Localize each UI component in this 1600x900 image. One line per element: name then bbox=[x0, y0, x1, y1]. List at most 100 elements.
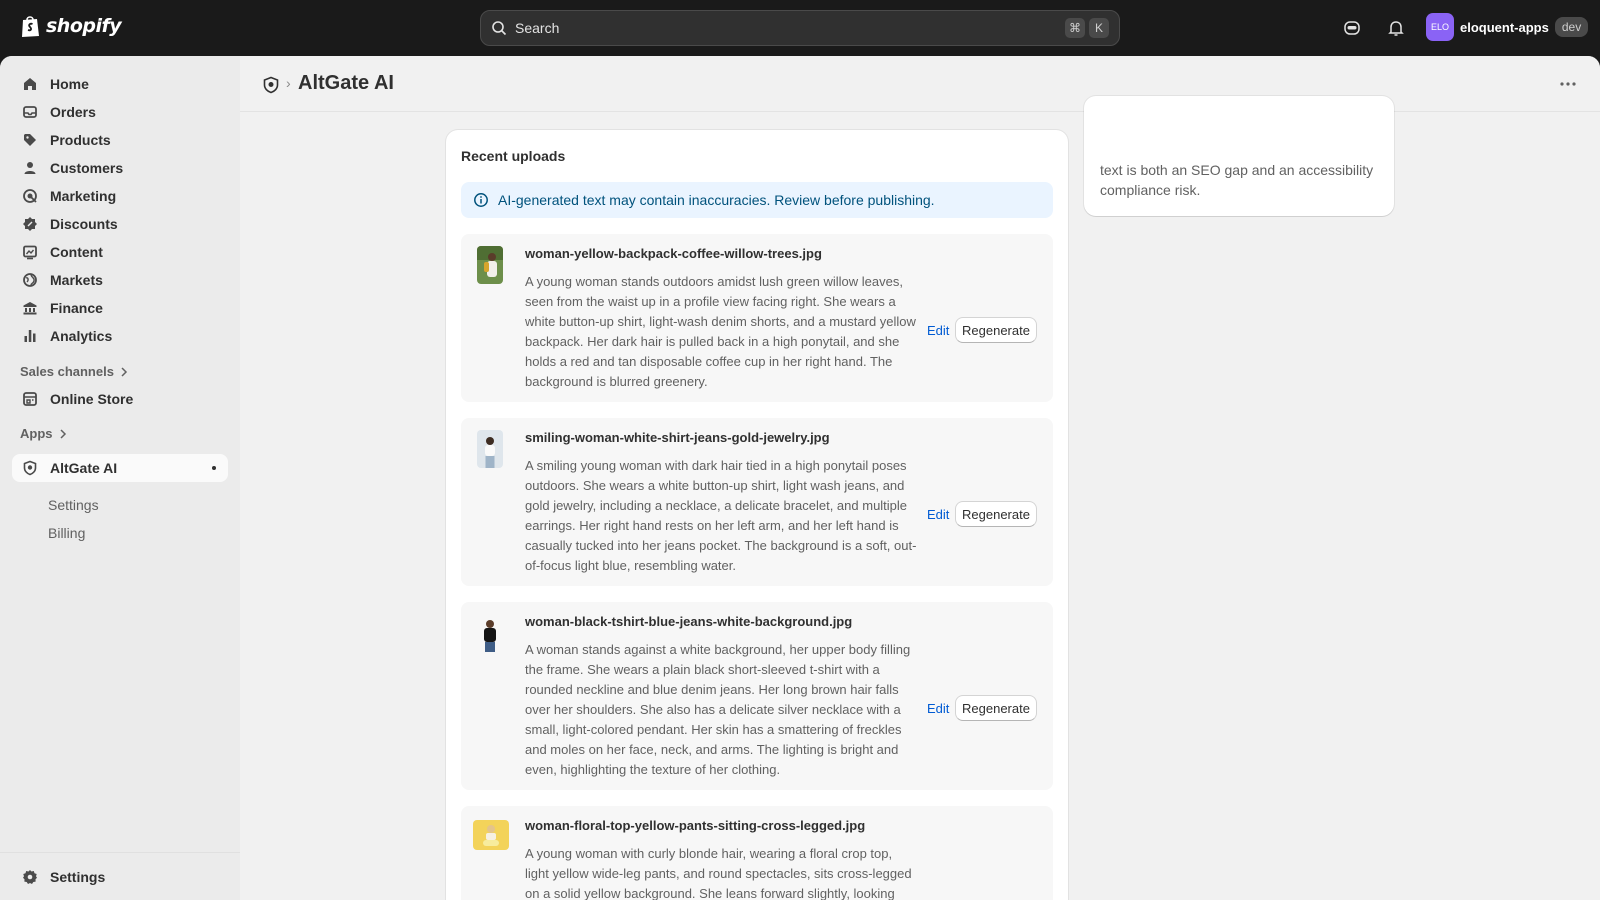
store-name: eloquent-apps bbox=[1460, 19, 1549, 35]
top-bar: shopify ⌘ K ELO eloquent-apps dev bbox=[0, 0, 1600, 56]
store-menu-button[interactable]: ELO eloquent-apps dev bbox=[1426, 13, 1589, 41]
sidebar-item-orders[interactable]: Orders bbox=[12, 98, 228, 126]
shortcut-key-k: K bbox=[1089, 18, 1109, 38]
sidebar-item-online-store[interactable]: Online Store bbox=[12, 385, 228, 413]
active-indicator-dot bbox=[212, 466, 216, 470]
sidebar-item-settings[interactable]: Settings bbox=[12, 863, 228, 891]
image-thumbnail[interactable] bbox=[477, 430, 503, 468]
store-avatar: ELO bbox=[1426, 13, 1454, 41]
regenerate-button[interactable]: Regenerate bbox=[955, 695, 1037, 721]
file-name: woman-yellow-backpack-coffee-willow-tree… bbox=[525, 246, 822, 261]
sidebar-item-content[interactable]: Content bbox=[12, 238, 228, 266]
image-thumbnail[interactable] bbox=[477, 614, 503, 652]
thumbnail-photo-icon bbox=[473, 820, 509, 850]
shopify-bag-icon bbox=[22, 16, 39, 37]
list-item: woman-black-tshirt-blue-jeans-white-back… bbox=[461, 602, 1053, 790]
sidebar-item-altgate-ai[interactable]: AltGate AI bbox=[12, 454, 228, 482]
search-icon bbox=[492, 21, 507, 36]
sidebar-item-label: AltGate AI bbox=[50, 460, 118, 476]
search-bar[interactable]: ⌘ K bbox=[480, 10, 1120, 46]
sales-channels-section[interactable]: Sales channels bbox=[20, 364, 128, 379]
sidebar-item-label: Settings bbox=[50, 869, 106, 885]
sidebar-item-label: Orders bbox=[50, 104, 96, 120]
breadcrumb-separator-icon: › bbox=[286, 75, 291, 91]
sidebar-item-label: Home bbox=[50, 76, 89, 92]
alt-text-description: A young woman stands outdoors amidst lus… bbox=[525, 274, 916, 389]
info-card: text is both an SEO gap and an accessibi… bbox=[1084, 96, 1394, 216]
info-banner: AI-generated text may contain inaccuraci… bbox=[461, 182, 1053, 218]
thumbnail-photo-icon bbox=[477, 614, 503, 652]
sidebar-item-label: Content bbox=[50, 244, 103, 260]
chevron-right-icon bbox=[121, 366, 128, 377]
page-title: AltGate AI bbox=[298, 72, 394, 94]
more-actions-icon[interactable] bbox=[1558, 74, 1578, 94]
alt-text-description: A woman stands against a white backgroun… bbox=[525, 642, 911, 777]
sidebar-item-label: Online Store bbox=[50, 391, 134, 407]
sidebar-item-label: Marketing bbox=[50, 188, 117, 204]
dev-badge: dev bbox=[1554, 17, 1589, 37]
person-icon bbox=[24, 162, 36, 174]
file-name: woman-floral-top-yellow-pants-sitting-cr… bbox=[525, 818, 866, 833]
apps-section[interactable]: Apps bbox=[20, 426, 67, 441]
sidekick-icon[interactable] bbox=[1342, 18, 1362, 38]
info-icon bbox=[474, 193, 488, 207]
edit-link[interactable]: Edit bbox=[927, 701, 949, 716]
sidebar-item-home[interactable]: Home bbox=[12, 70, 228, 98]
home-icon bbox=[24, 78, 36, 90]
regenerate-button[interactable]: Regenerate bbox=[955, 317, 1037, 343]
sidebar-item-label: Markets bbox=[50, 272, 103, 288]
sidebar-item-finance[interactable]: Finance bbox=[12, 294, 228, 322]
info-card-text: text is both an SEO gap and an accessibi… bbox=[1100, 162, 1374, 198]
gear-icon bbox=[23, 870, 37, 884]
search-input[interactable] bbox=[515, 20, 1061, 36]
content-icon bbox=[23, 245, 37, 260]
bell-icon[interactable] bbox=[1386, 18, 1406, 38]
file-name: smiling-woman-white-shirt-jeans-gold-jew… bbox=[525, 430, 830, 445]
sidebar-subitem-settings[interactable]: Settings bbox=[48, 497, 99, 513]
chevron-right-icon bbox=[59, 428, 66, 439]
image-thumbnail[interactable] bbox=[473, 820, 509, 850]
shortcut-key-cmd: ⌘ bbox=[1065, 18, 1085, 38]
globe-icon bbox=[23, 273, 37, 287]
shield-icon[interactable] bbox=[262, 76, 280, 94]
sidebar-item-label: Customers bbox=[50, 160, 124, 176]
list-item: woman-yellow-backpack-coffee-willow-tree… bbox=[461, 234, 1053, 402]
apps-label: Apps bbox=[20, 426, 53, 441]
banner-text: AI-generated text may contain inaccuraci… bbox=[498, 192, 935, 208]
page-header: › AltGate AI bbox=[240, 56, 1600, 112]
sidebar-item-label: Products bbox=[50, 132, 111, 148]
discount-icon bbox=[23, 217, 37, 231]
sidebar-item-label: Analytics bbox=[50, 328, 113, 344]
alt-text-description: A young woman with curly blonde hair, we… bbox=[525, 846, 912, 900]
sidebar: Home Orders Products Customers Marketing… bbox=[0, 56, 240, 900]
sidebar-item-marketing[interactable]: Marketing bbox=[12, 182, 228, 210]
list-item: smiling-woman-white-shirt-jeans-gold-jew… bbox=[461, 418, 1053, 586]
edit-link[interactable]: Edit bbox=[927, 323, 949, 338]
thumbnail-photo-icon bbox=[477, 430, 503, 468]
list-item: woman-floral-top-yellow-pants-sitting-cr… bbox=[461, 806, 1053, 900]
recent-uploads-card: Recent uploads AI-generated text may con… bbox=[446, 130, 1068, 900]
sidebar-item-products[interactable]: Products bbox=[12, 126, 228, 154]
bank-icon bbox=[23, 302, 37, 315]
regenerate-button[interactable]: Regenerate bbox=[955, 501, 1037, 527]
sidebar-item-discounts[interactable]: Discounts bbox=[12, 210, 228, 238]
storefront-icon bbox=[23, 392, 37, 406]
sidebar-item-customers[interactable]: Customers bbox=[12, 154, 228, 182]
sidebar-item-markets[interactable]: Markets bbox=[12, 266, 228, 294]
chart-bar-icon bbox=[24, 330, 36, 342]
card-title: Recent uploads bbox=[461, 148, 566, 164]
thumbnail-photo-icon bbox=[477, 246, 503, 284]
orders-icon bbox=[23, 106, 37, 118]
brand-name: shopify bbox=[46, 15, 122, 37]
shopify-logo[interactable]: shopify bbox=[20, 14, 122, 38]
sidebar-footer: Settings bbox=[0, 852, 240, 900]
sales-channels-label: Sales channels bbox=[20, 364, 114, 379]
tag-icon bbox=[24, 134, 36, 146]
edit-link[interactable]: Edit bbox=[927, 507, 949, 522]
alt-text-description: A smiling young woman with dark hair tie… bbox=[525, 458, 917, 573]
file-name: woman-black-tshirt-blue-jeans-white-back… bbox=[525, 614, 853, 629]
shield-icon bbox=[23, 460, 37, 476]
sidebar-subitem-billing[interactable]: Billing bbox=[48, 525, 85, 541]
sidebar-item-analytics[interactable]: Analytics bbox=[12, 322, 228, 350]
image-thumbnail[interactable] bbox=[477, 246, 503, 284]
